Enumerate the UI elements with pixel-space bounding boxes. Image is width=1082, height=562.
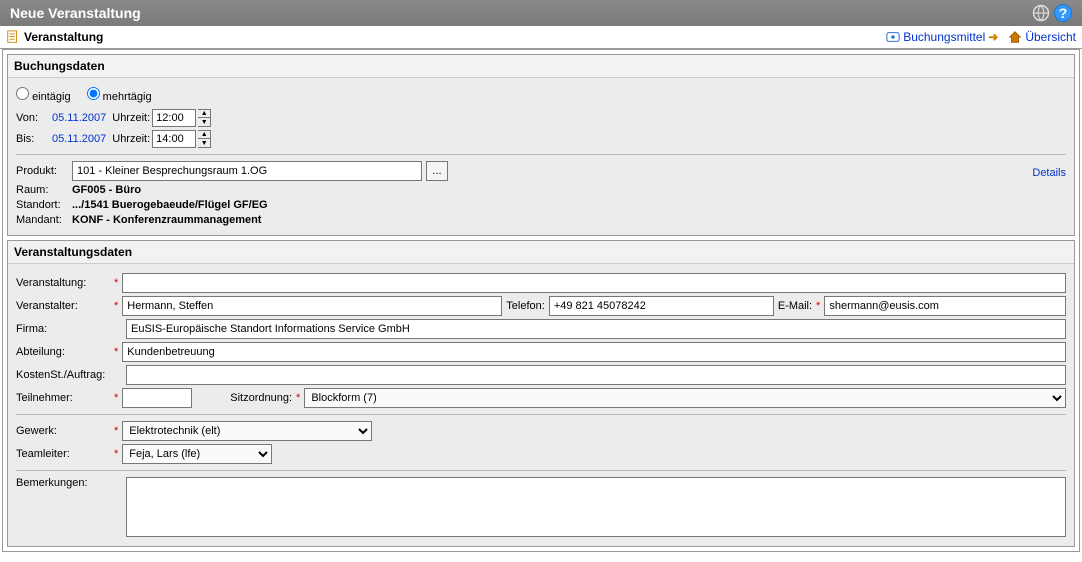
teilnehmer-input[interactable] [122, 388, 192, 408]
sitzordnung-select[interactable]: Blockform (7) [304, 388, 1066, 408]
mandant-value: KONF - Konferenzraummanagement [72, 214, 261, 226]
von-date-link[interactable]: 05.11.2007 [52, 112, 106, 124]
abteilung-input[interactable] [122, 342, 1066, 362]
required-marker: * [114, 425, 118, 437]
buchungsmittel-link[interactable]: Buchungsmittel ➜ [886, 30, 998, 44]
section-header: Veranstaltung Buchungsmittel ➜ Übersicht [0, 26, 1082, 49]
firma-label: Firma: [16, 323, 110, 335]
standort-label: Standort: [16, 199, 68, 211]
veranstaltungsdaten-box: Veranstaltungsdaten Veranstaltung: * Ver… [7, 240, 1075, 547]
spinner-up-icon[interactable]: ▲ [198, 131, 210, 139]
eintaegig-radio-label[interactable]: eintägig [16, 87, 71, 103]
produkt-input[interactable] [72, 161, 422, 181]
von-time-input[interactable] [152, 109, 196, 127]
window-title: Neue Veranstaltung [10, 5, 141, 21]
abteilung-label: Abteilung: [16, 346, 110, 358]
veranstalter-input[interactable] [122, 296, 502, 316]
sitzordnung-label: Sitzordnung: [230, 392, 292, 404]
help-icon[interactable]: ? [1054, 4, 1072, 22]
email-label: E-Mail: [778, 300, 812, 312]
uhrzeit-bis-label: Uhrzeit: [112, 133, 150, 145]
required-marker: * [114, 346, 118, 358]
von-label: Von: [16, 112, 46, 124]
uhrzeit-von-label: Uhrzeit: [112, 112, 150, 124]
globe-icon[interactable] [1032, 4, 1050, 22]
document-icon [6, 30, 20, 44]
veranstalter-label: Veranstalter: [16, 300, 110, 312]
required-marker: * [114, 448, 118, 460]
spinner-down-icon[interactable]: ▼ [198, 139, 210, 147]
gewerk-select[interactable]: Elektrotechnik (elt) [122, 421, 372, 441]
kostenst-input[interactable] [126, 365, 1066, 385]
produkt-label: Produkt: [16, 165, 68, 177]
standort-value: .../1541 Buerogebaeude/Flügel GF/EG [72, 199, 268, 211]
raum-value: GF005 - Büro [72, 184, 141, 196]
veranstaltungsdaten-title: Veranstaltungsdaten [8, 241, 1074, 264]
teilnehmer-label: Teilnehmer: [16, 392, 110, 404]
required-marker: * [816, 300, 820, 312]
details-link[interactable]: Details [1029, 167, 1066, 179]
required-marker: * [114, 300, 118, 312]
arrow-right-icon: ➜ [988, 30, 998, 44]
spinner-up-icon[interactable]: ▲ [198, 110, 210, 118]
window-title-bar: Neue Veranstaltung ? [0, 0, 1082, 26]
bemerkungen-label: Bemerkungen: [16, 477, 110, 489]
raum-label: Raum: [16, 184, 68, 196]
teamleiter-select[interactable]: Feja, Lars (lfe) [122, 444, 272, 464]
veranstaltung-input[interactable] [122, 273, 1066, 293]
buchungsdaten-box: Buchungsdaten eintägig mehrtägig Von: 05… [7, 54, 1075, 236]
gewerk-label: Gewerk: [16, 425, 110, 437]
bis-time-spinner[interactable]: ▲▼ [198, 130, 211, 148]
required-marker: * [114, 392, 118, 404]
spinner-down-icon[interactable]: ▼ [198, 118, 210, 126]
von-time-spinner[interactable]: ▲▼ [198, 109, 211, 127]
veranstaltung-label: Veranstaltung: [16, 277, 110, 289]
uebersicht-link[interactable]: Übersicht [1008, 30, 1076, 44]
email-input[interactable] [824, 296, 1066, 316]
tab-label: Veranstaltung [24, 30, 103, 44]
buchungsmittel-icon [886, 30, 900, 44]
teamleiter-label: Teamleiter: [16, 448, 110, 460]
telefon-label: Telefon: [506, 300, 545, 312]
eintaegig-radio[interactable] [16, 87, 29, 100]
mandant-label: Mandant: [16, 214, 68, 226]
produkt-browse-button[interactable]: ... [426, 161, 448, 181]
telefon-input[interactable] [549, 296, 774, 316]
mehrtaegig-radio-label[interactable]: mehrtägig [87, 87, 152, 103]
firma-input[interactable] [126, 319, 1066, 339]
bis-label: Bis: [16, 133, 46, 145]
bis-time-input[interactable] [152, 130, 196, 148]
required-marker: * [296, 392, 300, 404]
buchungsdaten-title: Buchungsdaten [8, 55, 1074, 78]
bis-date-link[interactable]: 05.11.2007 [52, 133, 106, 145]
mehrtaegig-radio[interactable] [87, 87, 100, 100]
home-icon [1008, 30, 1022, 44]
kostenst-label: KostenSt./Auftrag: [16, 369, 110, 381]
bemerkungen-textarea[interactable] [126, 477, 1066, 537]
required-marker: * [114, 277, 118, 289]
